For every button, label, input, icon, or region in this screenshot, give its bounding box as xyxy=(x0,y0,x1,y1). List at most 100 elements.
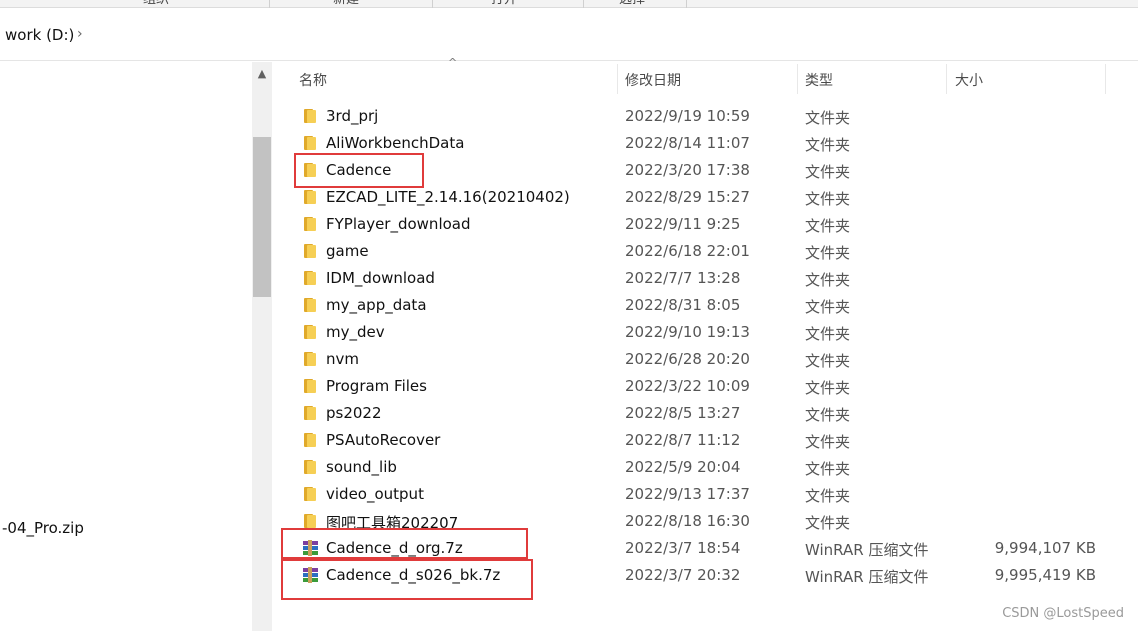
scroll-thumb[interactable] xyxy=(253,137,271,297)
file-type: 文件夹 xyxy=(805,460,851,478)
highlight-box-archive-bk xyxy=(281,559,533,600)
file-modified-date: 2022/6/28 20:20 xyxy=(625,350,750,368)
file-name: video_output xyxy=(326,485,424,503)
file-row[interactable]: Program Files 2022/3/22 10:09 文件夹 xyxy=(272,373,1138,400)
ribbon-toolbar: 组织 新建 打开 选择 xyxy=(0,0,1138,8)
ribbon-group-organize[interactable]: 组织 xyxy=(143,0,169,8)
column-divider[interactable] xyxy=(946,64,947,94)
highlight-box-archive-org xyxy=(281,528,528,559)
file-type: 文件夹 xyxy=(805,325,851,343)
folder-icon xyxy=(302,432,318,448)
address-bar[interactable]: work (D:) › xyxy=(0,9,1138,61)
column-divider[interactable] xyxy=(617,64,618,94)
highlight-box-cadence-folder xyxy=(294,153,424,188)
file-type: 文件夹 xyxy=(805,190,851,208)
file-type: 文件夹 xyxy=(805,379,851,397)
ribbon-separator xyxy=(686,0,687,8)
file-row[interactable]: ps2022 2022/8/5 13:27 文件夹 xyxy=(272,400,1138,427)
file-name: Program Files xyxy=(326,377,427,395)
folder-icon xyxy=(302,270,318,286)
file-name: nvm xyxy=(326,350,359,368)
file-row[interactable]: nvm 2022/6/28 20:20 文件夹 xyxy=(272,346,1138,373)
file-row[interactable]: PSAutoRecover 2022/8/7 11:12 文件夹 xyxy=(272,427,1138,454)
folder-icon xyxy=(302,297,318,313)
file-name: FYPlayer_download xyxy=(326,215,471,233)
file-name: ps2022 xyxy=(326,404,382,422)
file-modified-date: 2022/8/18 16:30 xyxy=(625,512,750,530)
column-header-date[interactable]: 修改日期 xyxy=(625,70,681,90)
file-modified-date: 2022/9/10 19:13 xyxy=(625,323,750,341)
navigation-pane: -04_Pro.zip xyxy=(0,62,252,631)
file-modified-date: 2022/3/22 10:09 xyxy=(625,377,750,395)
column-header-type[interactable]: 类型 xyxy=(805,70,833,90)
file-type: 文件夹 xyxy=(805,271,851,289)
ribbon-group-new[interactable]: 新建 xyxy=(333,0,359,8)
file-modified-date: 2022/6/18 22:01 xyxy=(625,242,750,260)
file-type: 文件夹 xyxy=(805,109,851,127)
file-type: 文件夹 xyxy=(805,433,851,451)
file-modified-date: 2022/5/9 20:04 xyxy=(625,458,741,476)
breadcrumb-drive[interactable]: work (D:) xyxy=(5,26,74,44)
folder-icon xyxy=(302,351,318,367)
file-row[interactable]: 3rd_prj 2022/9/19 10:59 文件夹 xyxy=(272,103,1138,130)
chevron-right-icon[interactable]: › xyxy=(77,26,83,42)
nav-item-zip[interactable]: -04_Pro.zip xyxy=(2,519,84,537)
file-modified-date: 2022/3/20 17:38 xyxy=(625,161,750,179)
column-header-size[interactable]: 大小 xyxy=(955,70,983,90)
file-size: 9,994,107 KB xyxy=(994,539,1096,557)
file-type: 文件夹 xyxy=(805,406,851,424)
folder-icon xyxy=(302,486,318,502)
file-type: 文件夹 xyxy=(805,244,851,262)
file-modified-date: 2022/8/31 8:05 xyxy=(625,296,741,314)
file-row[interactable]: IDM_download 2022/7/7 13:28 文件夹 xyxy=(272,265,1138,292)
folder-icon xyxy=(302,216,318,232)
file-name: EZCAD_LITE_2.14.16(20210402) xyxy=(326,188,570,206)
file-name: IDM_download xyxy=(326,269,435,287)
column-header-name[interactable]: 名称 xyxy=(299,70,327,90)
file-name: 3rd_prj xyxy=(326,107,379,125)
ribbon-separator xyxy=(269,0,270,8)
file-name: sound_lib xyxy=(326,458,397,476)
file-type: 文件夹 xyxy=(805,217,851,235)
file-modified-date: 2022/8/29 15:27 xyxy=(625,188,750,206)
file-row[interactable]: my_app_data 2022/8/31 8:05 文件夹 xyxy=(272,292,1138,319)
file-type: WinRAR 压缩文件 xyxy=(805,541,929,559)
file-modified-date: 2022/3/7 18:54 xyxy=(625,539,741,557)
file-name: PSAutoRecover xyxy=(326,431,441,449)
ribbon-group-open[interactable]: 打开 xyxy=(491,0,517,8)
file-row[interactable]: my_dev 2022/9/10 19:13 文件夹 xyxy=(272,319,1138,346)
file-row[interactable]: EZCAD_LITE_2.14.16(20210402) 2022/8/29 15… xyxy=(272,184,1138,211)
folder-icon xyxy=(302,405,318,421)
file-type: 文件夹 xyxy=(805,163,851,181)
file-type: 文件夹 xyxy=(805,298,851,316)
file-name: AliWorkbenchData xyxy=(326,134,465,152)
file-name: my_dev xyxy=(326,323,385,341)
column-header-row: ^ 名称 修改日期 类型 大小 xyxy=(272,56,1138,96)
file-modified-date: 2022/7/7 13:28 xyxy=(625,269,741,287)
scroll-up-arrow-icon[interactable]: ▲ xyxy=(252,62,272,86)
ribbon-group-select[interactable]: 选择 xyxy=(619,0,645,8)
file-row[interactable]: FYPlayer_download 2022/9/11 9:25 文件夹 xyxy=(272,211,1138,238)
folder-icon xyxy=(302,459,318,475)
column-divider[interactable] xyxy=(797,64,798,94)
file-size: 9,995,419 KB xyxy=(994,566,1096,584)
folder-icon xyxy=(302,378,318,394)
column-divider[interactable] xyxy=(1105,64,1106,94)
file-modified-date: 2022/3/7 20:32 xyxy=(625,566,741,584)
file-type: WinRAR 压缩文件 xyxy=(805,568,929,586)
file-type: 文件夹 xyxy=(805,352,851,370)
file-modified-date: 2022/8/14 11:07 xyxy=(625,134,750,152)
file-modified-date: 2022/9/11 9:25 xyxy=(625,215,741,233)
folder-icon xyxy=(302,243,318,259)
file-row[interactable]: game 2022/6/18 22:01 文件夹 xyxy=(272,238,1138,265)
file-modified-date: 2022/9/13 17:37 xyxy=(625,485,750,503)
sort-ascending-icon: ^ xyxy=(448,56,458,69)
nav-scrollbar[interactable]: ▲ xyxy=(252,62,272,631)
folder-icon xyxy=(302,324,318,340)
file-modified-date: 2022/8/7 11:12 xyxy=(625,431,741,449)
file-row[interactable]: sound_lib 2022/5/9 20:04 文件夹 xyxy=(272,454,1138,481)
folder-icon xyxy=(302,108,318,124)
file-name: my_app_data xyxy=(326,296,427,314)
file-row[interactable]: video_output 2022/9/13 17:37 文件夹 xyxy=(272,481,1138,508)
file-modified-date: 2022/9/19 10:59 xyxy=(625,107,750,125)
